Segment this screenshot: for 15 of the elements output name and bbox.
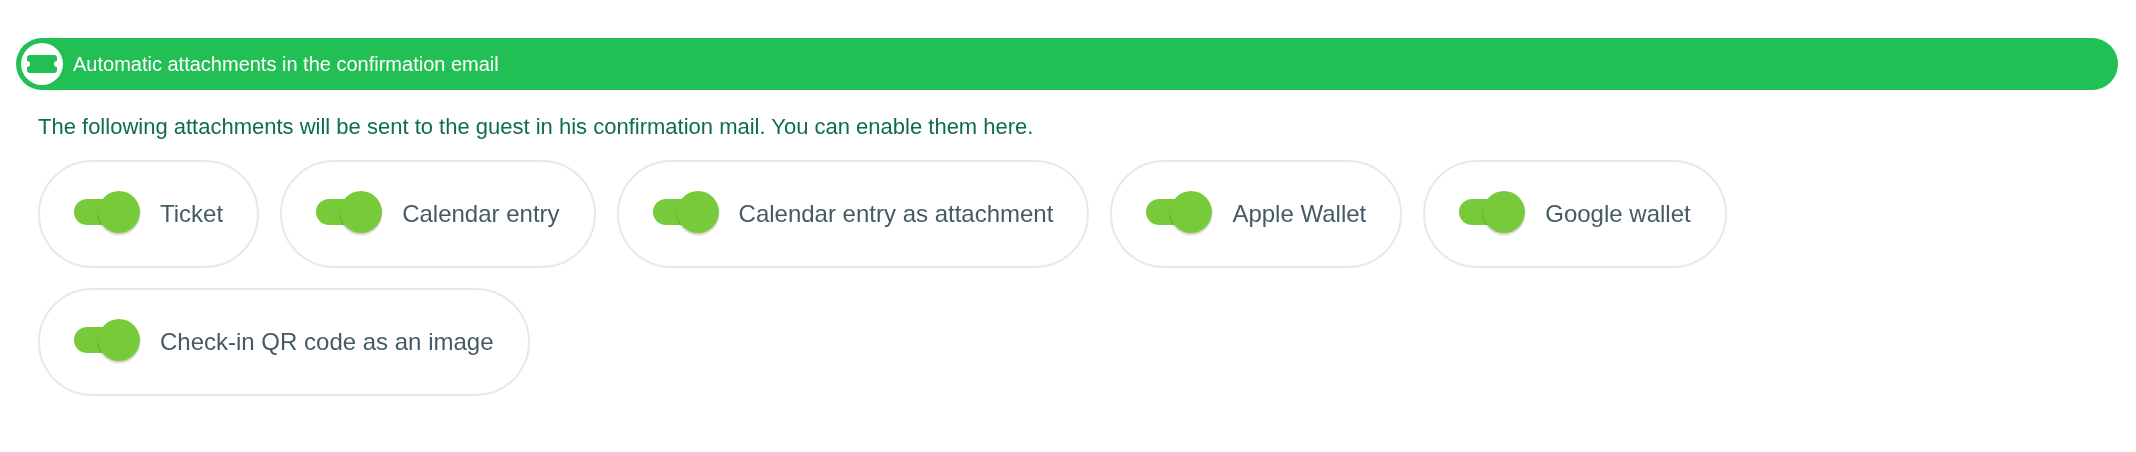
attachment-option[interactable]: Ticket [38, 160, 260, 268]
option-label: Google wallet [1545, 200, 1691, 228]
attachment-option[interactable]: Calendar entry as attachment [616, 160, 1090, 268]
description-text: The following attachments will be sent to the guest in his confirmation mail. You can enable them here. [38, 114, 1035, 140]
attachment-option[interactable]: Apple Wallet [1110, 160, 1403, 268]
attachment-option[interactable]: Calendar entry [280, 160, 596, 268]
option-label: Ticket [160, 200, 224, 228]
attachment-option[interactable]: Check-in QR code as an image [38, 288, 530, 396]
option-label: Check-in QR code as an image [160, 328, 494, 356]
option-label: Calendar entry [402, 200, 560, 228]
section-title: Automatic attachments in the confirmation email [73, 52, 499, 76]
ticket-icon [21, 43, 63, 85]
option-label: Apple Wallet [1232, 200, 1367, 228]
option-label: Calendar entry as attachment [738, 200, 1054, 228]
attachment-option[interactable]: Google wallet [1423, 160, 1727, 268]
